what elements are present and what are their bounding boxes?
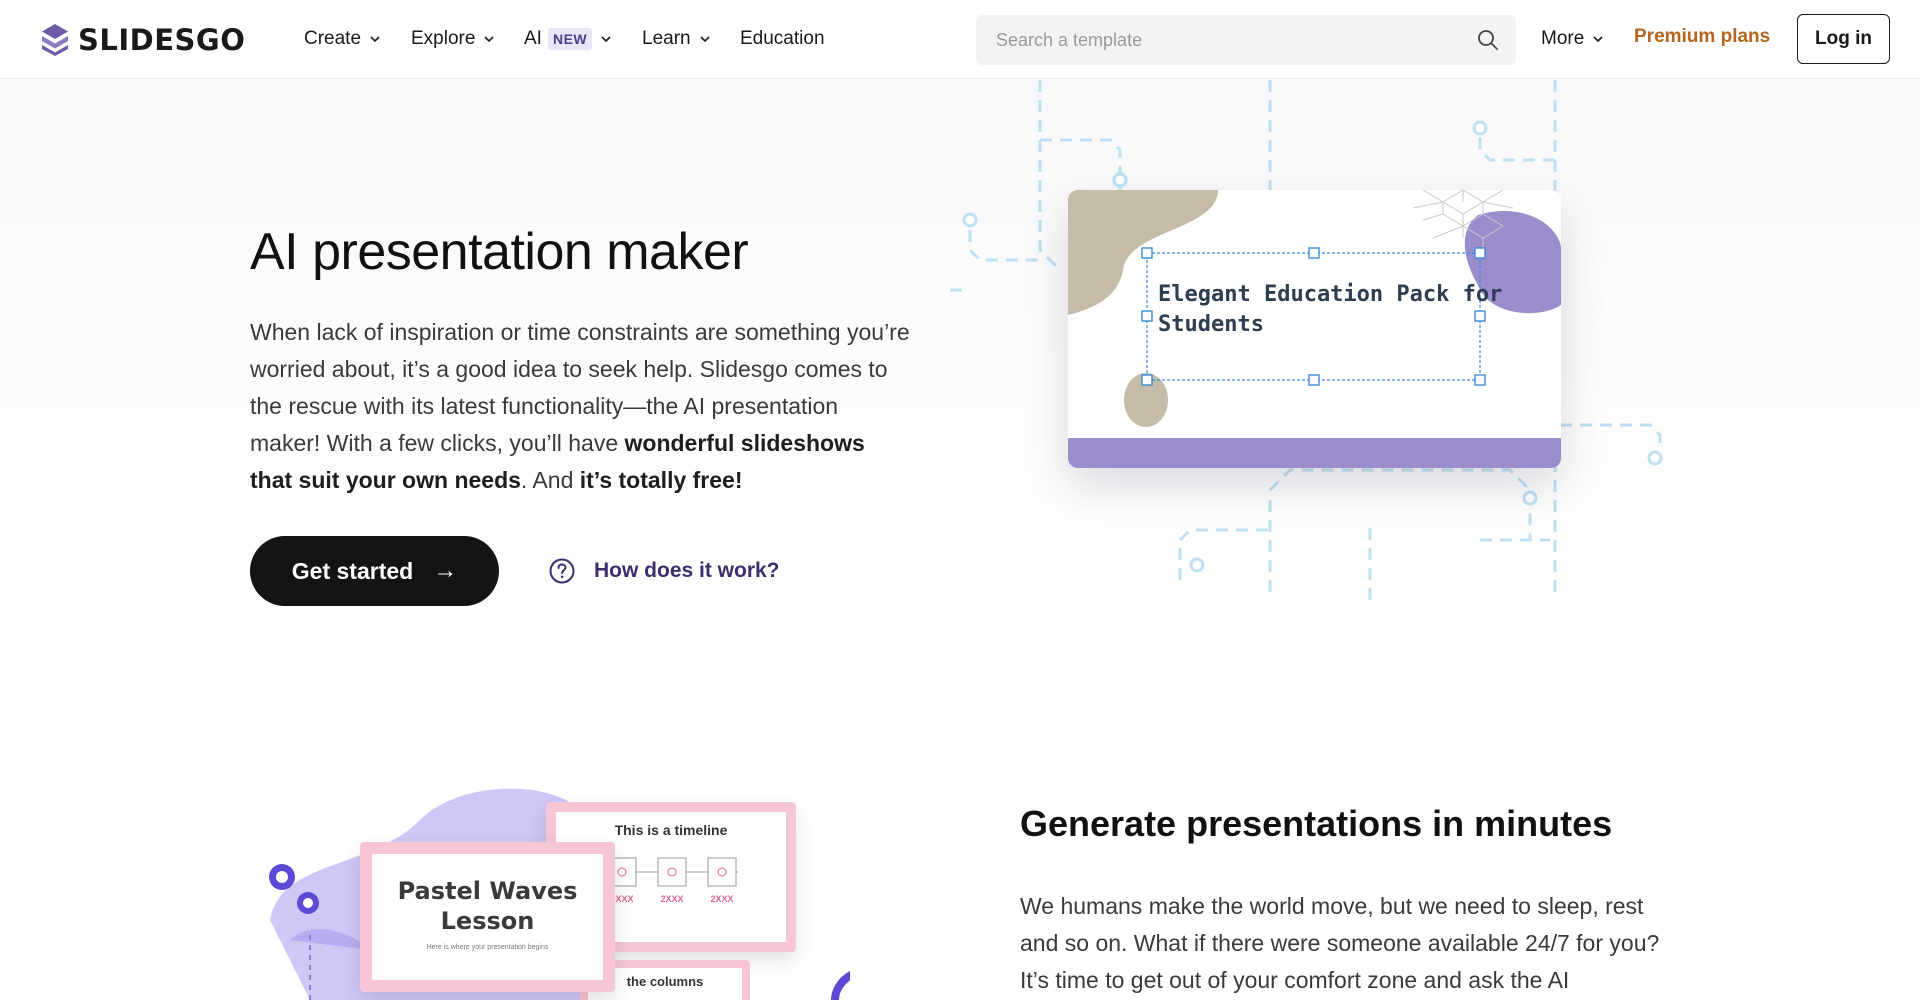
slidesgo-logo[interactable]: SLIDESGO [40,22,245,58]
nav-education[interactable]: Education [740,26,825,52]
pastel-waves-title: Pastel Waves Lesson [397,877,578,935]
hero-title: AI presentation maker [250,223,749,281]
nav-ai[interactable]: AI NEW [524,26,612,52]
chevron-down-icon [370,36,380,43]
illustration-slides: This is a timeline 2XXX 2XXX 2XXX the co… [250,770,850,1000]
section-description: We humans make the world move, but we ne… [1020,893,1660,993]
presentation-preview-card: Elegant Education Pack for Students [1068,190,1561,468]
nav-learn[interactable]: Learn [642,26,711,52]
login-button[interactable]: Log in [1797,14,1890,64]
search-icon[interactable] [1476,28,1500,52]
get-started-button[interactable]: Get started → [250,536,499,606]
hero-desc-bold2: it’s totally free! [579,467,743,493]
nav-more[interactable]: More [1541,26,1604,52]
nav-explore-label: Explore [411,28,476,49]
chevron-down-icon [601,36,611,43]
search-bar [976,15,1516,65]
logo-text: SLIDESGO [78,23,246,57]
hero-description: When lack of inspiration or time constra… [250,314,910,499]
get-started-label: Get started [291,557,414,584]
search-input[interactable] [996,28,1436,52]
pastel-waves-slide-thumb: Pastel Waves Lesson Here is where your p… [360,842,615,992]
new-badge: NEW [547,28,593,50]
chevron-down-icon [1593,36,1603,43]
nav-learn-label: Learn [642,28,691,49]
top-nav: SLIDESGO Create Explore AI NEW Learn Edu… [0,0,1920,79]
section-title: Generate presentations in minutes [1020,803,1613,844]
slidesgo-logo-icon [42,24,68,56]
nav-create[interactable]: Create [304,26,381,52]
hero-desc-part2: . And [520,467,580,493]
timeline-year: 2XXX [710,894,734,904]
question-circle-icon [549,558,575,584]
nav-education-label: Education [740,28,825,49]
nav-explore[interactable]: Explore [411,26,495,52]
how-does-it-work-label: How does it work? [594,559,780,582]
nav-ai-label: AI [524,28,542,49]
pastel-waves-subtitle: Here is where your presentation begins [426,944,549,951]
premium-plans-link[interactable]: Premium plans [1634,26,1770,48]
chevron-down-icon [700,36,710,43]
arrow-right-icon: → [433,557,458,584]
nav-more-label: More [1541,28,1585,49]
card-title: Elegant Education Pack for Students [1158,282,1503,337]
chevron-down-icon [484,36,494,43]
timeline-year: 2XXX [660,894,684,904]
nav-create-label: Create [304,28,362,49]
how-does-it-work-link[interactable]: How does it work? [548,556,780,586]
